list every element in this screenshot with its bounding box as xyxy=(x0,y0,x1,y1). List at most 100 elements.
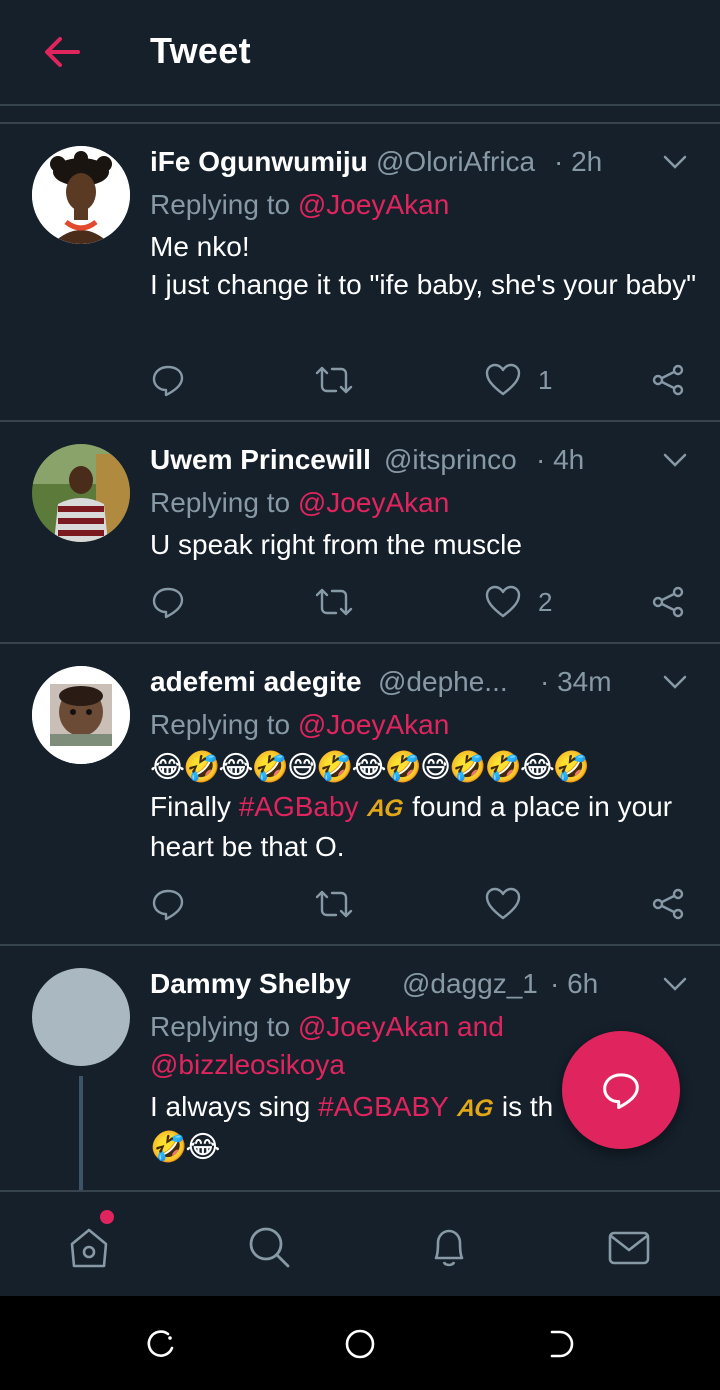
replying-prefix: Replying to xyxy=(150,189,291,220)
chevron-down-icon[interactable] xyxy=(662,976,688,992)
reply-button[interactable] xyxy=(150,360,186,400)
reply-button[interactable] xyxy=(150,884,186,924)
like-count: 2 xyxy=(538,586,553,617)
tab-search[interactable] xyxy=(242,1220,296,1274)
mention-link[interactable]: @JoeyAkan xyxy=(298,487,449,518)
replying-prefix: Replying to xyxy=(150,1011,291,1042)
timestamp: · 2h xyxy=(554,146,603,177)
thread-connector xyxy=(79,1076,83,1190)
unread-indicator xyxy=(100,1210,114,1224)
home-circle-icon xyxy=(345,1329,375,1359)
ag-badge-icon: AG xyxy=(456,1095,495,1122)
system-navigation-bar xyxy=(0,1296,720,1390)
home-icon xyxy=(70,1228,108,1268)
share-icon xyxy=(652,586,684,618)
tweet-text: U speak right from the muscle xyxy=(150,526,700,564)
tweet-actions: 1 xyxy=(150,360,700,404)
recents-icon xyxy=(147,1330,174,1357)
replying-to: Replying to @JoeyAkan and @bizzleosikoya xyxy=(150,1008,550,1084)
page-title: Tweet xyxy=(150,30,251,71)
tweet[interactable]: iFe Ogunwumiju @OloriAfrica · 2h Replyin… xyxy=(0,124,720,422)
author-handle[interactable]: @dephe... xyxy=(378,666,508,698)
arrow-left-icon xyxy=(45,37,80,67)
tweet-text-part: I always sing xyxy=(150,1091,319,1122)
author-name[interactable]: Dammy Shelby xyxy=(150,968,351,1000)
replying-prefix: Replying to xyxy=(150,709,291,740)
replying-to: Replying to @JoeyAkan xyxy=(150,706,700,744)
retweet-button[interactable] xyxy=(314,884,354,924)
reply-button[interactable] xyxy=(150,582,186,622)
ag-badge-icon: AG xyxy=(366,795,405,822)
hashtag-link[interactable]: #AGBABY xyxy=(318,1091,448,1122)
like-button[interactable] xyxy=(484,884,522,924)
back-button[interactable] xyxy=(38,30,86,74)
avatar[interactable] xyxy=(32,666,130,764)
hashtag-link[interactable]: #AGBaby xyxy=(239,791,359,822)
heart-icon xyxy=(485,887,521,920)
tweet-line: I just change it to "ife baby, she's you… xyxy=(150,269,697,300)
tweet-actions: 2 xyxy=(150,582,700,626)
like-count: 1 xyxy=(538,364,553,395)
bottom-tab-bar xyxy=(0,1190,720,1296)
author-handle[interactable]: @itsprinco xyxy=(384,444,517,476)
recents-button[interactable] xyxy=(138,1322,182,1366)
tweet-line: Me nko! xyxy=(150,231,250,262)
tweet[interactable]: Uwem Princewill @itsprinco · 4h Replying… xyxy=(0,422,720,644)
replies-feed[interactable]: iFe Ogunwumiju @OloriAfrica · 2h Replyin… xyxy=(0,122,720,1190)
reply-icon xyxy=(152,365,184,397)
replying-to: Replying to @JoeyAkan xyxy=(150,484,700,522)
compose-reply-icon xyxy=(603,1073,639,1110)
tweet[interactable]: adefemi adegite @dephe... · 34m Replying… xyxy=(0,644,720,946)
reply-icon xyxy=(152,587,184,619)
avatar[interactable] xyxy=(32,444,130,542)
heart-icon xyxy=(485,363,521,396)
author-name[interactable]: iFe Ogunwumiju xyxy=(150,146,368,178)
share-button[interactable] xyxy=(650,582,686,622)
back-nav-icon xyxy=(550,1330,574,1358)
retweet-icon xyxy=(315,366,353,394)
like-button[interactable]: 2 xyxy=(484,582,552,622)
author-name[interactable]: Uwem Princewill xyxy=(150,444,371,476)
share-button[interactable] xyxy=(650,884,686,924)
messages-icon xyxy=(608,1231,650,1265)
author-handle[interactable]: @OloriAfrica xyxy=(376,146,535,178)
tab-messages[interactable] xyxy=(602,1220,656,1274)
tab-home[interactable] xyxy=(62,1220,116,1274)
emoji-row: 😂🤣😂🤣😅🤣😂🤣😅🤣🤣😂🤣 xyxy=(150,751,590,784)
reply-icon xyxy=(152,889,184,921)
chevron-down-icon[interactable] xyxy=(662,154,688,170)
chevron-down-icon[interactable] xyxy=(662,674,688,690)
replying-prefix: Replying to xyxy=(150,487,291,518)
chevron-down-icon[interactable] xyxy=(662,452,688,468)
tweet-text: Me nko! I just change it to "ife baby, s… xyxy=(150,228,700,304)
tweet-text: 😂🤣😂🤣😅🤣😂🤣😅🤣🤣😂🤣 Finally #AGBaby AG found a… xyxy=(150,748,700,866)
search-icon xyxy=(249,1227,290,1268)
notifications-icon xyxy=(434,1229,464,1267)
like-button[interactable]: 1 xyxy=(484,360,552,400)
tweet-actions xyxy=(150,884,700,928)
timestamp: · 6h xyxy=(550,968,599,999)
author-handle[interactable]: @daggz_1 xyxy=(402,968,538,1000)
tweet-text-part: is th xyxy=(494,1091,554,1122)
mention-link[interactable]: @JoeyAkan xyxy=(298,709,449,740)
tab-notifications[interactable] xyxy=(422,1220,476,1274)
author-name[interactable]: adefemi adegite xyxy=(150,666,362,698)
retweet-icon xyxy=(315,588,353,616)
tweet-line: U speak right from the muscle xyxy=(150,529,522,560)
avatar[interactable] xyxy=(32,146,130,244)
retweet-button[interactable] xyxy=(314,360,354,400)
retweet-icon xyxy=(315,890,353,918)
compose-reply-button[interactable] xyxy=(562,1031,680,1149)
replying-to: Replying to @JoeyAkan xyxy=(150,186,700,224)
top-app-bar: Tweet xyxy=(0,0,720,106)
mention-link[interactable]: @JoeyAkan xyxy=(298,189,449,220)
heart-icon xyxy=(485,585,521,618)
avatar[interactable] xyxy=(32,968,130,1066)
retweet-button[interactable] xyxy=(314,582,354,622)
share-icon xyxy=(652,888,684,920)
back-nav-button[interactable] xyxy=(538,1322,582,1366)
tweet-text-part: Finally xyxy=(150,791,239,822)
home-nav-button[interactable] xyxy=(338,1322,382,1366)
timestamp: · 4h xyxy=(536,444,585,475)
share-button[interactable] xyxy=(650,360,686,400)
